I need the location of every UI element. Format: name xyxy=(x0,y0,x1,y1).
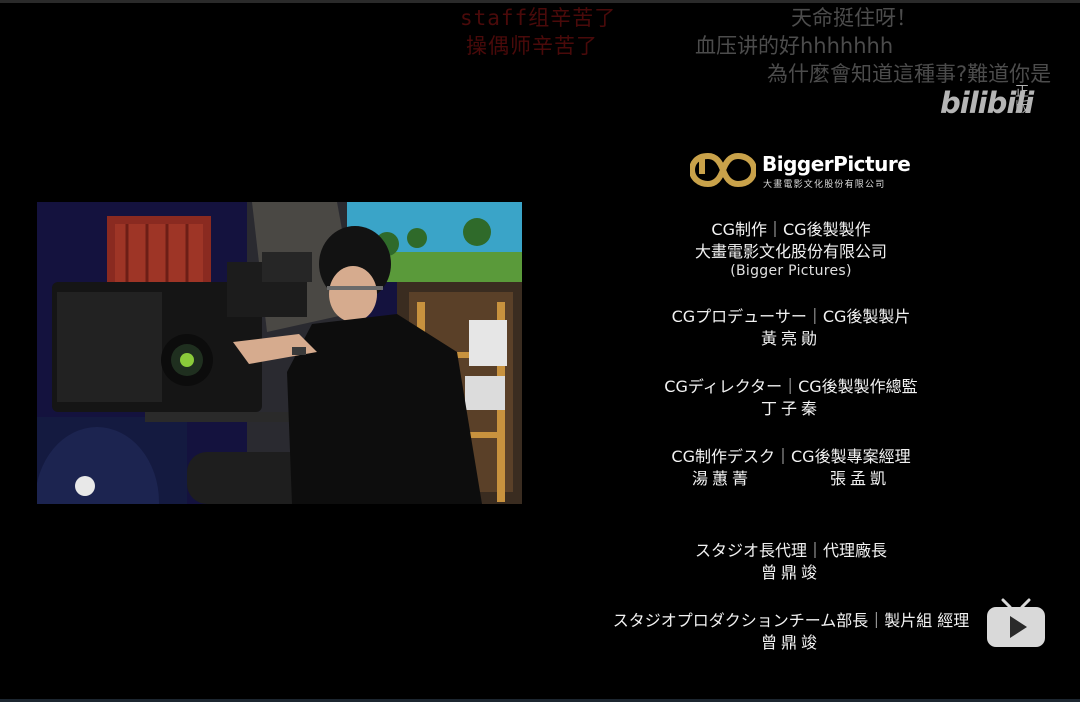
watermark-badge: 正版 xyxy=(1015,84,1029,116)
credit-name: 丁子秦 xyxy=(760,399,821,418)
tv-play-button[interactable] xyxy=(985,598,1047,650)
credit-role: CGプロデューサー｜CG後製製片 xyxy=(671,307,911,326)
credit-name: 張孟凱 xyxy=(830,469,891,488)
tv-play-icon xyxy=(987,598,1045,647)
logo-name: BiggerPicture xyxy=(762,152,911,176)
photo-illustration xyxy=(37,202,522,504)
credit-block: スタジオプロダクションチーム部長｜製片組 經理 曾鼎竣 xyxy=(580,610,1002,654)
danmaku-comment: 天命挺住呀！ xyxy=(791,6,917,30)
credit-role: スタジオ長代理｜代理廠長 xyxy=(694,541,887,560)
biggerpicture-logo: BiggerPicture 大畫電影文化股份有限公司 xyxy=(690,150,911,192)
behind-the-scenes-photo xyxy=(37,202,522,504)
credit-block: CG制作｜CG後製製作 大畫電影文化股份有限公司 (Bigger Picture… xyxy=(580,219,1002,280)
credit-block: スタジオ長代理｜代理廠長 曾鼎竣 xyxy=(580,540,1002,584)
credit-names-row: 湯蕙菁 張孟凱 xyxy=(580,468,1002,490)
credit-block: CGプロデューサー｜CG後製製片 黃亮勛 xyxy=(580,306,1002,350)
credit-company: 大畫電影文化股份有限公司 xyxy=(694,242,887,261)
credit-name: 湯蕙菁 xyxy=(691,469,752,488)
credit-block: CGディレクター｜CG後製製作總監 丁子秦 xyxy=(580,376,1002,420)
danmaku-comment: 操偶师辛苦了 xyxy=(466,34,598,58)
danmaku-comment: 血压讲的好hhhhhhh xyxy=(695,34,894,58)
credit-role: スタジオプロダクションチーム部長｜製片組 經理 xyxy=(612,611,970,630)
credit-name: 黃亮勛 xyxy=(760,329,821,348)
danmaku-comment: 為什麼會知道這種事?難道你是 xyxy=(767,62,1052,86)
bilibili-watermark: bilibili 正版 xyxy=(940,84,1040,120)
logo-subtitle: 大畫電影文化股份有限公司 xyxy=(763,180,886,190)
video-player[interactable]: staff组辛苦了 操偶师辛苦了 天命挺住呀！ 血压讲的好hhhhhhh 為什麼… xyxy=(0,0,1080,702)
credit-company-english: (Bigger Pictures) xyxy=(730,263,852,279)
credit-role: CG制作｜CG後製製作 xyxy=(711,220,871,239)
credit-role: CG制作デスク｜CG後製專案經理 xyxy=(671,447,911,466)
credit-name: 曾鼎竣 xyxy=(760,633,821,652)
infinity-logo-icon xyxy=(690,153,756,187)
credit-name: 曾鼎竣 xyxy=(760,563,821,582)
credit-block: CG制作デスク｜CG後製專案經理 湯蕙菁 張孟凱 xyxy=(580,446,1002,490)
danmaku-comment: staff组辛苦了 xyxy=(460,6,617,30)
top-edge xyxy=(0,0,1080,3)
credit-role: CGディレクター｜CG後製製作總監 xyxy=(664,377,918,396)
